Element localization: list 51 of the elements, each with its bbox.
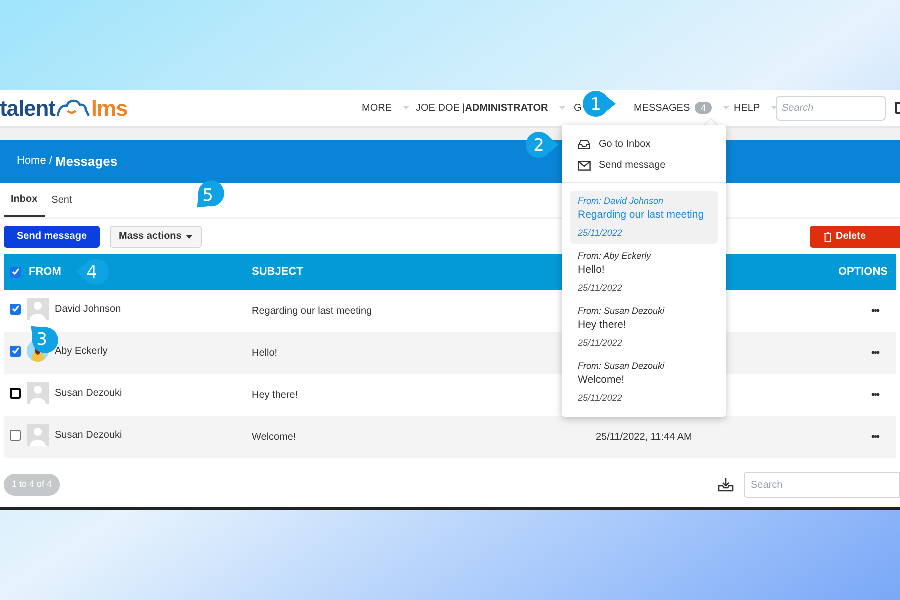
checkbox[interactable] [10, 304, 21, 314]
message-item[interactable]: From: Aby Eckerly Hello! 25/11/2022 [570, 246, 718, 299]
trash-icon [824, 232, 832, 242]
message-item[interactable]: From: Susan Dezouki Welcome! 25/11/2022 [570, 356, 718, 409]
menu-item[interactable]: Send message [578, 158, 710, 173]
caret-icon [186, 234, 193, 238]
column-header: OPTIONS [838, 264, 889, 280]
nav-link[interactable]: MORE [362, 100, 410, 116]
avatar-icon [27, 424, 49, 446]
checkbox[interactable] [10, 346, 21, 356]
sender-name: Aby Eckerly [55, 344, 108, 358]
page-title: Messages [55, 152, 118, 171]
column-header: FROM [29, 264, 62, 280]
mass-actions-button[interactable]: Mass actions [110, 226, 202, 248]
nav-link[interactable]: HELP [734, 100, 778, 116]
column-header: SUBJECT [252, 264, 304, 280]
checkbox[interactable] [10, 430, 21, 440]
sender-name: David Johnson [55, 302, 122, 316]
inbox-tray-icon [578, 140, 591, 150]
subject-cell-text: Hey there! [252, 388, 298, 402]
sender-name: Susan Dezouki [55, 386, 122, 400]
tab[interactable]: Sent [44, 183, 80, 217]
search-field[interactable]: Search [744, 472, 900, 498]
count-badge: 4 [695, 102, 712, 114]
checkbox[interactable] [10, 388, 21, 398]
subject-cell-text: Regarding our last meeting [252, 304, 372, 318]
nav-link[interactable]: G [574, 100, 582, 116]
subject-cell-text: Hello! [252, 346, 278, 360]
nav-link[interactable]: MESSAGES 4 [634, 100, 730, 116]
message-item[interactable]: From: Susan Dezouki Hey there! 25/11/2022 [570, 301, 718, 354]
envelope-icon [578, 160, 591, 170]
send-message-button[interactable]: Send message [4, 226, 100, 248]
delete-button[interactable]: Delete [810, 226, 900, 248]
subject-cell-text: Welcome! [252, 430, 296, 444]
tab[interactable]: Inbox [4, 183, 45, 217]
avatar-icon [27, 298, 49, 320]
search-field[interactable]: Search [776, 96, 886, 120]
options-button[interactable]: ••• [871, 304, 879, 318]
sender-name: Susan Dezouki [55, 428, 122, 442]
date-cell-text: 25/11/2022, 11:44 AM [596, 430, 692, 444]
menu-item[interactable]: Go to Inbox [578, 137, 710, 152]
nav-link[interactable]: JOE DOE |ADMINISTRATOR [416, 100, 566, 116]
logo: talent lms [0, 94, 128, 122]
avatar-icon [27, 382, 49, 404]
options-button[interactable]: ••• [871, 430, 879, 444]
pagination-badge: 1 to 4 of 4 [4, 474, 60, 496]
options-button[interactable]: ••• [871, 346, 879, 360]
download-icon[interactable] [718, 477, 734, 493]
options-button[interactable]: ••• [871, 388, 879, 402]
breadcrumb-link[interactable]: Home / [17, 153, 52, 170]
checkbox[interactable] [10, 266, 21, 278]
